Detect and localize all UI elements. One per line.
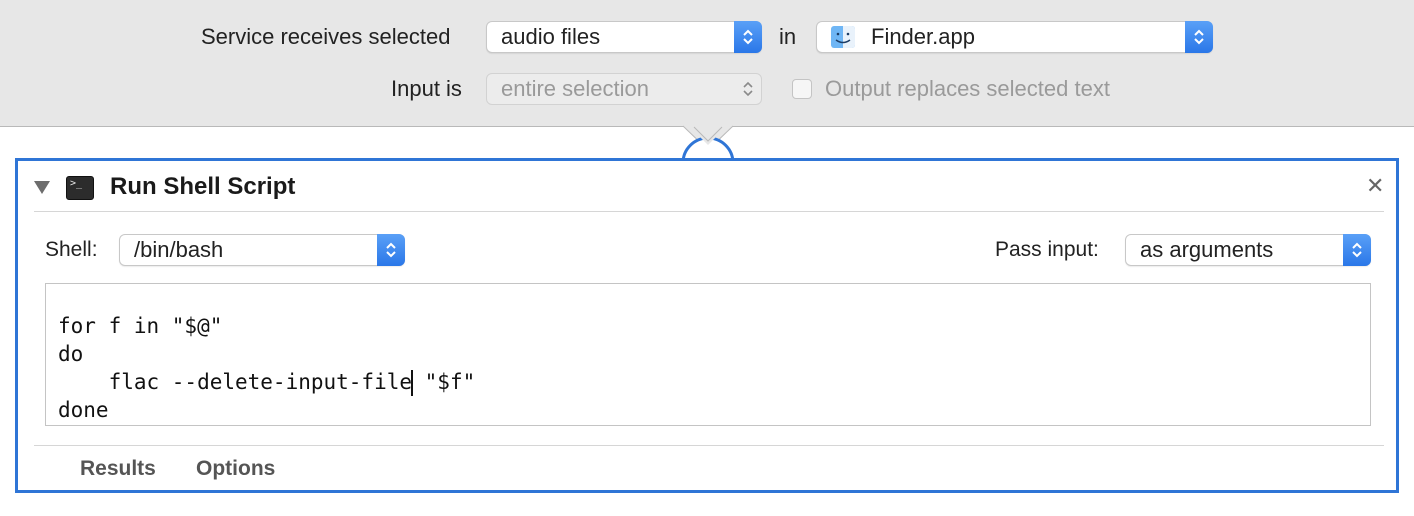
updown-chevron-icon	[1185, 21, 1213, 53]
action-title: Run Shell Script	[110, 173, 296, 200]
input-is-popup[interactable]: entire selection	[486, 73, 762, 105]
header-divider	[34, 211, 1384, 212]
application-value: Finder.app	[871, 24, 975, 49]
script-line: do	[58, 342, 84, 366]
script-line-segment: "$f"	[412, 370, 476, 394]
service-input-type-popup[interactable]: audio files	[486, 21, 762, 53]
script-line: flac --delete-input-file "$f"	[58, 368, 475, 396]
tab-options[interactable]: Options	[196, 457, 275, 481]
service-receives-label: Service receives selected	[201, 24, 451, 49]
script-line: done	[58, 398, 109, 422]
finder-icon	[831, 26, 855, 48]
output-replaces-label: Output replaces selected text	[825, 76, 1110, 101]
close-icon[interactable]: ✕	[1366, 173, 1384, 199]
shell-value: /bin/bash	[134, 237, 224, 262]
pass-input-label: Pass input:	[995, 238, 1099, 261]
disclosure-triangle-icon[interactable]	[34, 181, 50, 194]
service-config-panel: Service receives selected audio files in…	[0, 0, 1414, 127]
shell-label: Shell:	[45, 238, 98, 261]
pass-input-value: as arguments	[1140, 237, 1274, 262]
script-line-segment: flac --delete-input-file	[58, 370, 413, 394]
output-replaces-checkbox[interactable]	[792, 79, 812, 99]
pass-input-popup[interactable]: as arguments	[1125, 234, 1371, 266]
application-popup[interactable]: Finder.app	[816, 21, 1213, 53]
input-is-label: Input is	[391, 76, 462, 101]
terminal-icon: >_	[66, 176, 94, 200]
updown-chevron-icon	[377, 234, 405, 266]
shell-popup[interactable]: /bin/bash	[119, 234, 405, 266]
tab-results[interactable]: Results	[80, 457, 156, 481]
input-is-value: entire selection	[501, 76, 649, 101]
updown-chevron-icon	[1343, 234, 1371, 266]
in-label: in	[779, 24, 797, 49]
script-line: for f in "$@"	[58, 314, 223, 338]
updown-chevron-icon	[734, 73, 762, 105]
service-input-type-value: audio files	[501, 24, 601, 49]
footer-divider	[34, 445, 1384, 446]
script-editor[interactable]: for f in "$@" do flac --delete-input-fil…	[45, 283, 1371, 426]
updown-chevron-icon	[734, 21, 762, 53]
run-shell-script-action: >_ Run Shell Script ✕ Shell: /bin/bash P…	[15, 158, 1399, 493]
